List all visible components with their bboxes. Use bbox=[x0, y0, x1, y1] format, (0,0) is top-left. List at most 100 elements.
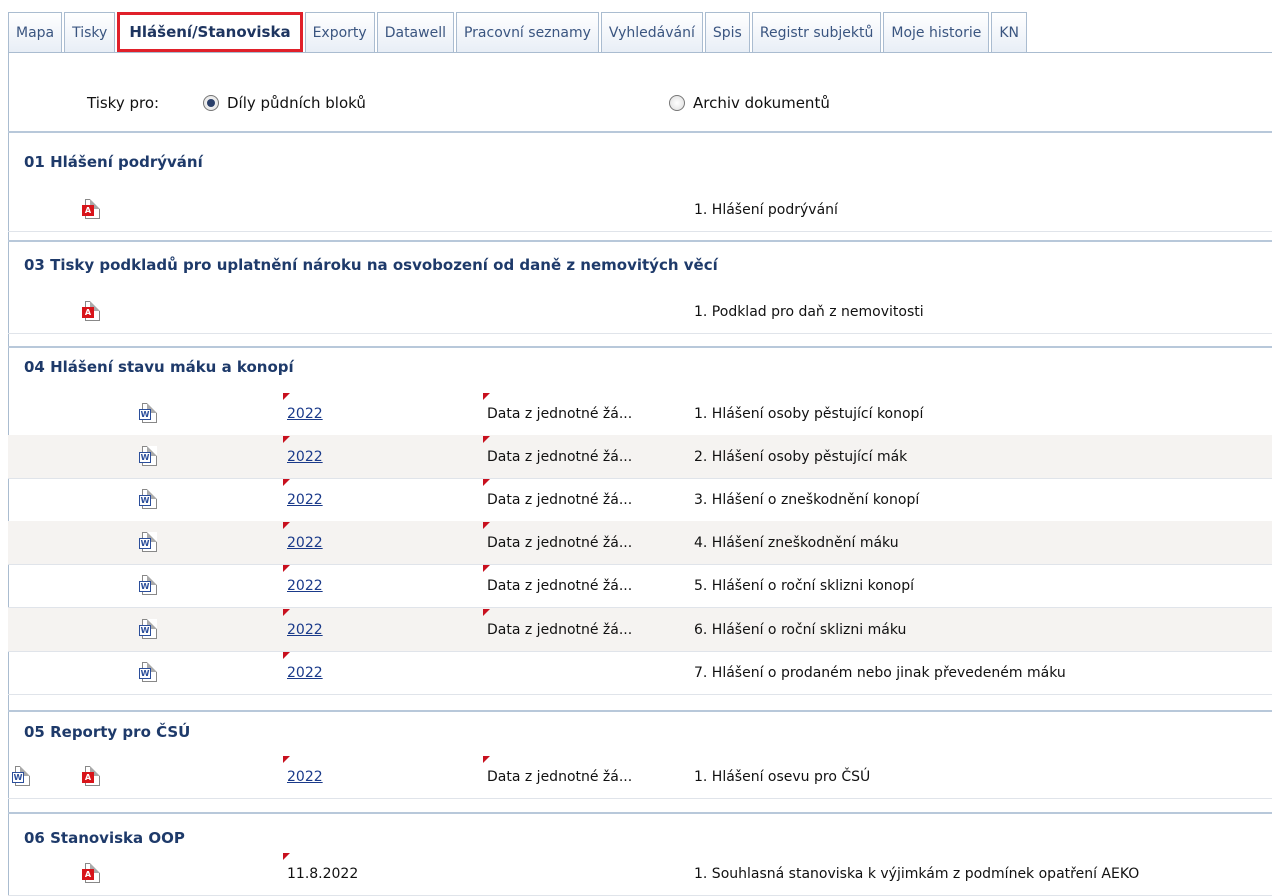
year-link[interactable]: 2022 bbox=[287, 665, 323, 681]
pdf-badge: A bbox=[82, 306, 94, 318]
report-name[interactable]: 4. Hlášení zneškodnění máku bbox=[694, 535, 899, 551]
report-name[interactable]: 7. Hlášení o prodaném nebo jinak převede… bbox=[694, 665, 1066, 681]
tab-registr-subjektu[interactable]: Registr subjektů bbox=[751, 12, 882, 52]
word-badge: W bbox=[139, 537, 151, 549]
word-icon[interactable]: W bbox=[139, 488, 158, 511]
year-link[interactable]: 2022 bbox=[287, 622, 323, 638]
report-name[interactable]: 1. Hlášení podrývání bbox=[694, 202, 838, 218]
table-row: W 2022 Data z jednotné žá... 2. Hlášení oso… bbox=[8, 435, 1272, 479]
radio-label-dily: Díly půdních bloků bbox=[227, 94, 366, 112]
table-row: W 2022 7. Hlášení o prodaném nebo jinak př… bbox=[8, 651, 1272, 695]
year-link[interactable]: 2022 bbox=[287, 769, 323, 785]
pdf-document-cell: A bbox=[82, 188, 101, 231]
word-icon[interactable]: W bbox=[139, 531, 158, 554]
tab-pracovni-seznamy[interactable]: Pracovní seznamy bbox=[455, 12, 599, 52]
data-source: Data z jednotné žá... bbox=[487, 621, 633, 638]
section-title: 06 Stanoviska OOP bbox=[24, 829, 185, 847]
tab-spis[interactable]: Spis bbox=[704, 12, 750, 52]
year-link[interactable]: 2022 bbox=[287, 449, 323, 465]
year-link[interactable]: 2022 bbox=[287, 535, 323, 551]
table-row: A 1. Podklad pro daň z nemovitosti bbox=[8, 290, 1272, 334]
year-link[interactable]: 2022 bbox=[287, 578, 323, 594]
pdf-badge: A bbox=[82, 868, 94, 880]
table-row: W 2022 Data z jednotné žá... 3. Hlášení o z… bbox=[8, 478, 1272, 522]
word-icon[interactable]: W bbox=[139, 618, 158, 641]
date-value: 11.8.2022 bbox=[287, 865, 359, 882]
tab-hlaseni-stanoviska[interactable]: Hlášení/Stanoviska bbox=[117, 12, 303, 52]
pdf-badge: A bbox=[82, 771, 94, 783]
section-title: 05 Reporty pro ČSÚ bbox=[24, 723, 191, 741]
word-icon[interactable]: W bbox=[139, 445, 158, 468]
section-title: 01 Hlášení podrývání bbox=[24, 153, 203, 171]
report-name[interactable]: 1. Hlášení osevu pro ČSÚ bbox=[694, 769, 870, 785]
radio-archiv-dokumentu[interactable]: Archiv dokumentů bbox=[669, 88, 830, 118]
section-title: 03 Tisky podkladů pro uplatnění nároku n… bbox=[24, 256, 718, 274]
word-document-cell: W bbox=[139, 392, 158, 435]
tab-vyhledavani[interactable]: Vyhledávání bbox=[600, 12, 703, 52]
year-link[interactable]: 2022 bbox=[287, 406, 323, 422]
section-divider bbox=[8, 710, 1272, 712]
word-document-cell: W bbox=[139, 521, 158, 564]
table-row: W 2022 Data z jednotné žá... 1. Hlášení oso… bbox=[8, 392, 1272, 436]
word-badge: W bbox=[139, 667, 151, 679]
word-document-cell: W bbox=[139, 608, 158, 651]
word-icon[interactable]: W bbox=[139, 661, 158, 684]
pdf-badge: A bbox=[82, 204, 94, 216]
pdf-document-cell: A bbox=[82, 290, 101, 333]
data-source: Data z jednotné žá... bbox=[487, 768, 633, 785]
word-document-cell: W bbox=[139, 478, 158, 521]
table-row: A 11.8.2022 1. Souhlasná stanoviska k výji… bbox=[8, 852, 1272, 896]
tab-kn[interactable]: KN bbox=[991, 12, 1027, 52]
prints-for-label: Tisky pro: bbox=[87, 94, 160, 112]
data-source: Data z jednotné žá... bbox=[487, 577, 633, 594]
word-badge: W bbox=[139, 494, 151, 506]
word-document-cell: W bbox=[12, 755, 31, 798]
data-source: Data z jednotné žá... bbox=[487, 405, 633, 422]
tab-bar: Mapa Tisky Hlášení/Stanoviska Exporty Da… bbox=[8, 12, 1266, 52]
tab-tisky[interactable]: Tisky bbox=[64, 12, 116, 52]
report-name[interactable]: 1. Souhlasná stanoviska k výjimkám z pod… bbox=[694, 866, 1139, 882]
pdf-icon[interactable]: A bbox=[82, 765, 101, 788]
report-name[interactable]: 1. Hlášení osoby pěstující konopí bbox=[694, 406, 923, 422]
word-icon[interactable]: W bbox=[139, 402, 158, 425]
word-badge: W bbox=[139, 624, 151, 636]
word-document-cell: W bbox=[139, 651, 158, 694]
word-icon[interactable]: W bbox=[139, 574, 158, 597]
data-source: Data z jednotné žá... bbox=[487, 491, 633, 508]
word-icon[interactable]: W bbox=[12, 765, 31, 788]
radio-dily-pudnich-bloku[interactable]: Díly půdních bloků bbox=[203, 88, 366, 118]
data-source: Data z jednotné žá... bbox=[487, 448, 633, 465]
section-divider bbox=[8, 812, 1272, 814]
table-row: W 2022 Data z jednotné žá... 6. Hlášení o r… bbox=[8, 608, 1272, 652]
tab-datawell[interactable]: Datawell bbox=[376, 12, 454, 52]
word-badge: W bbox=[139, 408, 151, 420]
word-badge: W bbox=[139, 451, 151, 463]
report-name[interactable]: 1. Podklad pro daň z nemovitosti bbox=[694, 304, 924, 320]
table-row: W A 2022 Data z jednotné žá... 1. Hlášení os… bbox=[8, 755, 1272, 799]
pdf-icon[interactable]: A bbox=[82, 862, 101, 885]
radio-unselected-icon[interactable] bbox=[669, 95, 685, 111]
report-name[interactable]: 3. Hlášení o zneškodnění konopí bbox=[694, 492, 919, 508]
report-name[interactable]: 2. Hlášení osoby pěstující mák bbox=[694, 449, 907, 465]
table-row: W 2022 Data z jednotné žá... 4. Hlášení zne… bbox=[8, 521, 1272, 565]
word-badge: W bbox=[139, 580, 151, 592]
pdf-document-cell: A bbox=[82, 755, 101, 798]
section-divider bbox=[8, 346, 1272, 348]
report-name[interactable]: 5. Hlášení o roční sklizni konopí bbox=[694, 578, 914, 594]
section-title: 04 Hlášení stavu máku a konopí bbox=[24, 358, 294, 376]
section-divider bbox=[8, 131, 1272, 133]
pdf-icon[interactable]: A bbox=[82, 300, 101, 323]
radio-label-archiv: Archiv dokumentů bbox=[693, 94, 830, 112]
tab-moje-historie[interactable]: Moje historie bbox=[883, 12, 990, 52]
year-link[interactable]: 2022 bbox=[287, 492, 323, 508]
pdf-icon[interactable]: A bbox=[82, 198, 101, 221]
word-document-cell: W bbox=[139, 435, 158, 478]
tab-exporty[interactable]: Exporty bbox=[304, 12, 375, 52]
report-name[interactable]: 6. Hlášení o roční sklizni máku bbox=[694, 622, 906, 638]
data-source: Data z jednotné žá... bbox=[487, 534, 633, 551]
table-row: A 1. Hlášení podrývání bbox=[8, 188, 1272, 232]
word-badge: W bbox=[12, 771, 24, 783]
radio-selected-icon[interactable] bbox=[203, 95, 219, 111]
tab-mapa[interactable]: Mapa bbox=[8, 12, 63, 52]
section-divider bbox=[8, 240, 1272, 242]
